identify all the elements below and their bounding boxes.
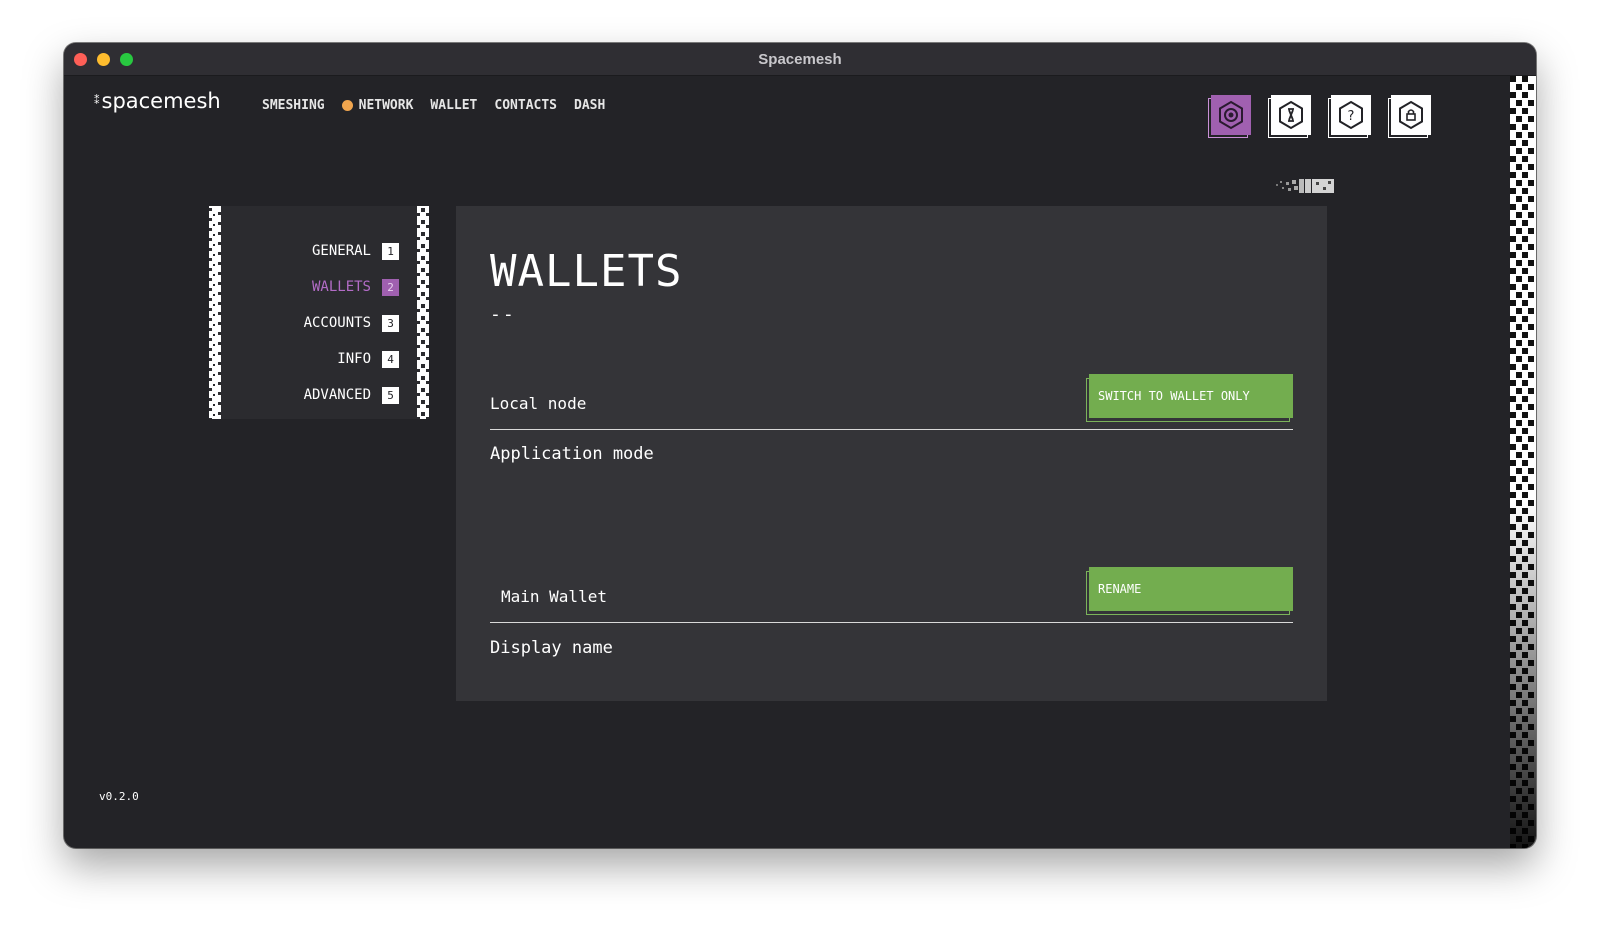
- rename-button[interactable]: RENAME: [1086, 567, 1293, 615]
- sidemenu-right-edge: [417, 206, 429, 419]
- wallet-button[interactable]: [1268, 95, 1312, 139]
- sidemenu-item-label: WALLETS: [311, 279, 371, 295]
- sidemenu-item-number: 4: [382, 350, 399, 368]
- sidemenu-item-number: 1: [382, 242, 399, 260]
- sidemenu-item-info[interactable]: INFO 4: [304, 341, 399, 377]
- sidemenu-item-label: ADVANCED: [303, 387, 371, 403]
- lock-button[interactable]: [1388, 95, 1432, 139]
- application-mode-row: Local node SWITCH TO WALLET ONLY: [490, 370, 1293, 430]
- settings-icon: [1219, 100, 1243, 130]
- title-bar: Spacemesh: [64, 43, 1536, 76]
- settings-button[interactable]: [1208, 95, 1252, 139]
- nav-network-label: NETWORK: [358, 98, 414, 113]
- sidemenu-item-label: GENERAL: [311, 243, 371, 259]
- top-nav: SMESHING NETWORK WALLET CONTACTS DASH: [262, 98, 622, 113]
- top-icon-bar: ?: [1208, 95, 1448, 139]
- application-mode-label: Application mode: [490, 444, 654, 464]
- app-version: v0.2.0: [99, 790, 139, 803]
- pixel-decoration: [1276, 179, 1334, 193]
- window-title: Spacemesh: [758, 51, 842, 68]
- rename-label: RENAME: [1089, 567, 1293, 611]
- page-subtitle: --: [490, 304, 516, 325]
- sidemenu-left-edge: [209, 206, 221, 419]
- sidemenu-item-label: INFO: [337, 351, 371, 367]
- sidemenu-item-accounts[interactable]: ACCOUNTS 3: [304, 305, 399, 341]
- wallets-panel: WALLETS -- Local node SWITCH TO WALLET O…: [456, 206, 1327, 701]
- right-decorative-stripe: [1510, 76, 1536, 848]
- sidemenu-item-general[interactable]: GENERAL 1: [304, 233, 399, 269]
- display-name-label: Display name: [490, 638, 613, 658]
- svg-text:?: ?: [1348, 109, 1355, 124]
- switch-to-wallet-only-button[interactable]: SWITCH TO WALLET ONLY: [1086, 374, 1293, 422]
- page-title: WALLETS: [490, 246, 683, 297]
- help-icon: ?: [1339, 100, 1363, 130]
- switch-to-wallet-only-label: SWITCH TO WALLET ONLY: [1089, 374, 1293, 418]
- spacemesh-logo: ⁑ spacemesh: [94, 89, 221, 113]
- help-button[interactable]: ?: [1328, 95, 1372, 139]
- nav-network[interactable]: NETWORK: [341, 98, 414, 113]
- display-name-value: Main Wallet: [501, 587, 607, 606]
- network-status-dot: [341, 100, 353, 111]
- nav-wallet[interactable]: WALLET: [430, 98, 477, 113]
- app-window: Spacemesh ⁑ spacemesh SMESHING NETWORK W…: [64, 43, 1536, 848]
- sidemenu-item-wallets[interactable]: WALLETS 2: [304, 269, 399, 305]
- sidemenu-item-label: ACCOUNTS: [303, 315, 371, 331]
- sidemenu-item-number: 2: [382, 278, 399, 296]
- display-name-row: Main Wallet RENAME: [490, 563, 1293, 623]
- settings-sidemenu: GENERAL 1 WALLETS 2 ACCOUNTS 3 INFO 4 AD…: [209, 206, 429, 419]
- application-mode-value: Local node: [490, 394, 587, 413]
- logo-mark: ⁑: [94, 94, 99, 107]
- sidemenu-item-advanced[interactable]: ADVANCED 5: [304, 377, 399, 413]
- nav-contacts[interactable]: CONTACTS: [494, 98, 557, 113]
- nav-smeshing[interactable]: SMESHING: [262, 98, 325, 113]
- sidemenu-item-number: 3: [382, 314, 399, 332]
- lock-icon: [1399, 100, 1423, 130]
- sidemenu-item-number: 5: [382, 386, 399, 404]
- logo-text: spacemesh: [101, 89, 221, 113]
- nav-dash[interactable]: DASH: [574, 98, 605, 113]
- wallet-icon: [1279, 100, 1303, 130]
